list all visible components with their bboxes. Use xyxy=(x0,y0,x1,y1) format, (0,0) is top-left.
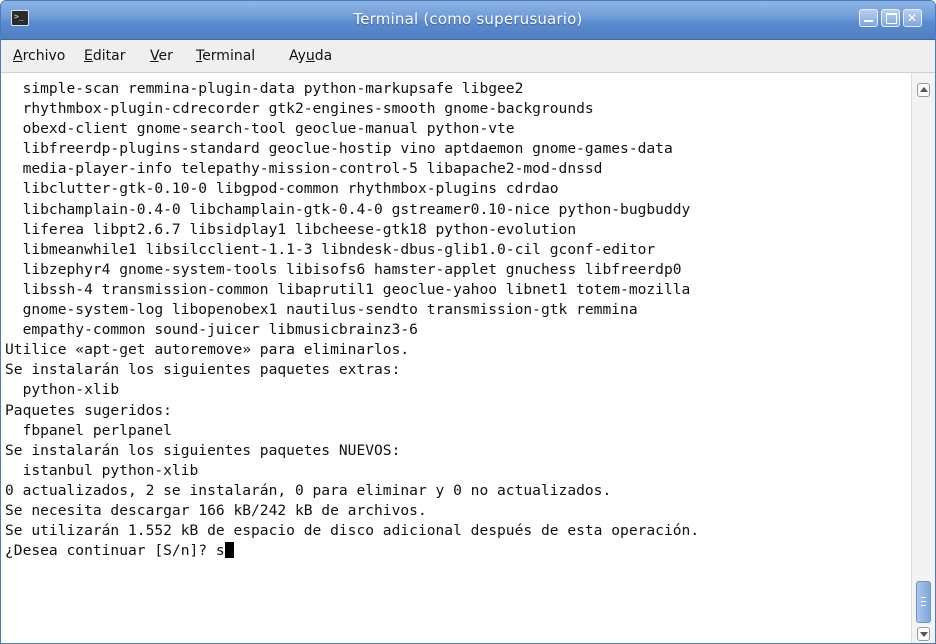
menu-ayuda[interactable]: Ayuda xyxy=(289,47,332,65)
terminal-line: libssh-4 transmission-common libaprutil1… xyxy=(5,280,691,298)
prompt-line[interactable]: ¿Desea continuar [S/n]? s xyxy=(5,541,911,561)
terminal-line: libzephyr4 gnome-system-tools libisofs6 … xyxy=(5,260,682,278)
menu-archivo[interactable]: Archivo xyxy=(13,47,65,65)
terminal-line: simple-scan remmina-plugin-data python-m… xyxy=(5,80,524,97)
arrow-up-icon xyxy=(920,87,928,92)
title-bar[interactable]: >_ Terminal (como superusuario) ✕ xyxy=(1,1,935,40)
minimize-button[interactable] xyxy=(859,9,878,27)
close-button[interactable]: ✕ xyxy=(903,9,922,27)
grip-icon xyxy=(921,597,926,598)
terminal-line: libmeanwhile1 libsilcclient-1.1-3 libnde… xyxy=(5,240,656,258)
text-cursor xyxy=(224,542,234,559)
menu-bar: Archivo Editar Ver Terminal Ayuda xyxy=(1,40,935,73)
terminal-line: media-player-info telepathy-mission-cont… xyxy=(5,160,603,178)
terminal-line: Se utilizarán 1.552 kB de espacio de dis… xyxy=(5,522,700,540)
terminal-line: Se instalarán los siguientes paquetes NU… xyxy=(5,441,401,459)
terminal-line: obexd-client gnome-search-tool geoclue-m… xyxy=(5,120,515,138)
terminal-line: Paquetes sugeridos: xyxy=(5,401,172,419)
menu-terminal[interactable]: Terminal xyxy=(196,47,255,65)
terminal-line: fbpanel perlpanel xyxy=(5,421,172,439)
terminal-line: rhythmbox-plugin-cdrecorder gtk2-engines… xyxy=(5,100,594,118)
maximize-button[interactable] xyxy=(881,9,900,27)
terminal-window: >_ Terminal (como superusuario) ✕ Archiv… xyxy=(0,0,936,644)
typed-input[interactable]: s xyxy=(216,542,225,559)
scrollbar-thumb[interactable] xyxy=(916,581,931,623)
terminal-output[interactable]: simple-scan remmina-plugin-data python-m… xyxy=(1,73,911,643)
terminal-line: libchamplain-0.4-0 libchamplain-gtk-0.4-… xyxy=(5,200,691,218)
maximize-icon xyxy=(886,13,897,24)
terminal-line: Se instalarán los siguientes paquetes ex… xyxy=(5,361,401,379)
minimize-icon xyxy=(864,20,873,22)
menu-editar[interactable]: Editar xyxy=(84,47,125,65)
close-icon: ✕ xyxy=(907,11,918,25)
terminal-line: gnome-system-log libopenobex1 nautilus-s… xyxy=(5,301,638,319)
arrow-down-icon xyxy=(920,632,928,637)
terminal-line: libclutter-gtk-0.10-0 libgpod-common rhy… xyxy=(5,180,559,198)
terminal-line: Utilice «apt-get autoremove» para elimin… xyxy=(5,341,410,359)
scroll-down-button[interactable] xyxy=(917,627,930,641)
prompt-text: ¿Desea continuar [S/n]? xyxy=(5,542,216,560)
vertical-scrollbar[interactable] xyxy=(911,73,935,643)
terminal-line: Se necesita descargar 166 kB/242 kB de a… xyxy=(5,501,427,519)
terminal-line: 0 actualizados, 2 se instalarán, 0 para … xyxy=(5,481,612,499)
terminal-line: python-xlib xyxy=(5,381,120,399)
terminal-text: simple-scan remmina-plugin-data python-m… xyxy=(1,73,911,561)
terminal-line: empathy-common sound-juicer libmusicbrai… xyxy=(5,321,418,339)
terminal-line: istanbul python-xlib xyxy=(5,461,199,479)
scroll-up-button[interactable] xyxy=(917,83,930,97)
terminal-line: libfreerdp-plugins-standard geoclue-host… xyxy=(5,140,673,158)
terminal-line: liferea libpt2.6.7 libsidplay1 libcheese… xyxy=(5,220,577,238)
window-title: Terminal (como superusuario) xyxy=(353,10,583,28)
menu-ver[interactable]: Ver xyxy=(150,47,173,65)
